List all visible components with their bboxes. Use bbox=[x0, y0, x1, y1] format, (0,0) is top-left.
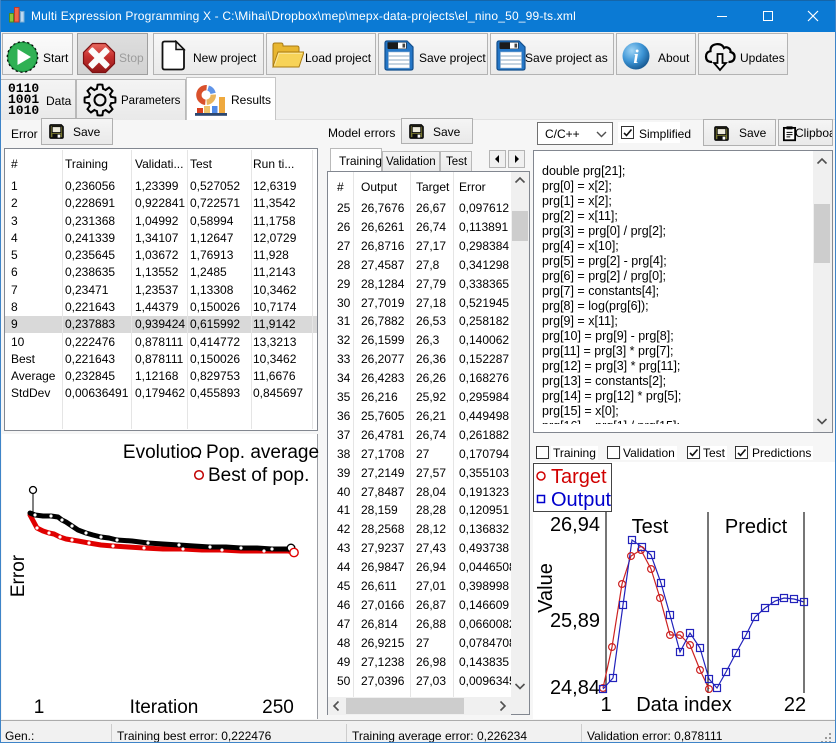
svg-text:24,84: 24,84 bbox=[550, 677, 600, 699]
svg-text:25,89: 25,89 bbox=[550, 610, 600, 632]
svg-text:Value: Value bbox=[535, 563, 557, 613]
svg-text:22: 22 bbox=[784, 694, 806, 716]
svg-text:Iteration: Iteration bbox=[130, 697, 199, 718]
svg-text:Error: Error bbox=[8, 554, 29, 597]
svg-text:26,94: 26,94 bbox=[550, 514, 600, 536]
svg-text:Target: Target bbox=[551, 466, 607, 488]
svg-text:Evolution: Evolution bbox=[123, 442, 201, 463]
svg-text:1: 1 bbox=[34, 697, 45, 718]
svg-text:1: 1 bbox=[600, 694, 611, 716]
svg-text:250: 250 bbox=[262, 697, 294, 718]
svg-text:Output: Output bbox=[551, 489, 611, 511]
svg-text:Data index: Data index bbox=[636, 694, 732, 716]
svg-text:i: i bbox=[633, 47, 639, 68]
svg-text:Pop. average: Pop. average bbox=[206, 442, 319, 463]
svg-text:Best of pop.: Best of pop. bbox=[208, 465, 309, 486]
svg-text:Predict: Predict bbox=[725, 516, 788, 538]
svg-text:Test: Test bbox=[632, 516, 669, 538]
